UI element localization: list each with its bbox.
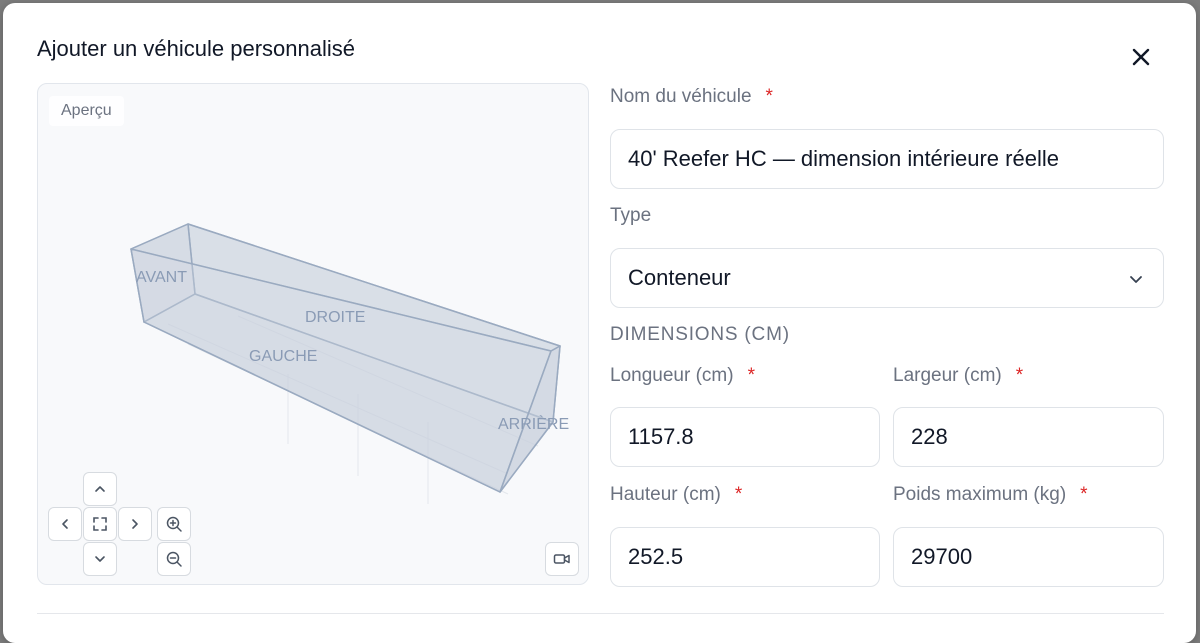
zoom-out-icon bbox=[166, 551, 182, 567]
zoom-out-button[interactable] bbox=[157, 542, 191, 576]
fit-view-button[interactable] bbox=[83, 507, 117, 541]
dialog-title: Ajouter un véhicule personnalisé bbox=[37, 36, 355, 61]
face-label-left: GAUCHE bbox=[249, 348, 317, 365]
fit-view-icon bbox=[93, 517, 107, 531]
pan-up-button[interactable] bbox=[83, 472, 117, 506]
video-camera-icon bbox=[553, 554, 570, 564]
height-label: Hauteur (cm) * bbox=[610, 484, 743, 505]
face-label-right: DROITE bbox=[305, 309, 365, 326]
camera-button[interactable] bbox=[545, 542, 579, 576]
dimensions-heading: DIMENSIONS (CM) bbox=[610, 324, 790, 345]
max-weight-label: Poids maximum (kg) * bbox=[893, 484, 1088, 505]
zoom-in-button[interactable] bbox=[157, 507, 191, 541]
chevron-down-icon bbox=[95, 556, 105, 562]
vehicle-name-label: Nom du véhicule * bbox=[610, 86, 773, 107]
add-vehicle-dialog: Ajouter un véhicule personnalisé Aperçu bbox=[3, 3, 1196, 643]
vehicle-3d-preview[interactable]: Aperçu AVANT DROITE GAUCHE ARRIÈRE bbox=[37, 83, 589, 585]
width-value: 228 bbox=[911, 424, 948, 449]
required-mark: * bbox=[734, 484, 743, 505]
zoom-in-icon bbox=[166, 516, 182, 532]
vehicle-name-value: 40' Reefer HC — dimension intérieure rée… bbox=[628, 146, 1059, 171]
face-label-front: AVANT bbox=[136, 269, 187, 286]
width-input[interactable]: 228 bbox=[893, 407, 1164, 467]
max-weight-input[interactable]: 29700 bbox=[893, 527, 1164, 587]
pan-left-button[interactable] bbox=[48, 507, 82, 541]
type-label: Type bbox=[610, 205, 652, 226]
close-button[interactable] bbox=[1127, 43, 1155, 71]
required-mark: * bbox=[1015, 365, 1024, 386]
chevron-up-icon bbox=[95, 486, 105, 492]
width-label: Largeur (cm) * bbox=[893, 365, 1024, 386]
max-weight-value: 29700 bbox=[911, 544, 973, 569]
height-value: 252.5 bbox=[628, 544, 684, 569]
face-label-rear: ARRIÈRE bbox=[498, 414, 569, 433]
type-select[interactable]: Conteneur bbox=[610, 248, 1164, 308]
length-input[interactable]: 1157.8 bbox=[610, 407, 880, 467]
required-mark: * bbox=[1080, 484, 1088, 505]
length-label: Longueur (cm) * bbox=[610, 365, 755, 386]
chevron-down-icon bbox=[1130, 276, 1142, 283]
footer-divider bbox=[37, 613, 1164, 614]
vehicle-name-input[interactable]: 40' Reefer HC — dimension intérieure rée… bbox=[610, 129, 1164, 189]
pan-down-button[interactable] bbox=[83, 542, 117, 576]
required-mark: * bbox=[747, 365, 755, 386]
chevron-right-icon bbox=[132, 519, 138, 529]
chevron-left-icon bbox=[62, 519, 68, 529]
length-value: 1157.8 bbox=[628, 424, 694, 449]
close-icon bbox=[1132, 48, 1150, 66]
required-mark: * bbox=[765, 86, 773, 107]
height-input[interactable]: 252.5 bbox=[610, 527, 880, 587]
type-selected-value: Conteneur bbox=[628, 265, 731, 290]
pan-right-button[interactable] bbox=[118, 507, 152, 541]
